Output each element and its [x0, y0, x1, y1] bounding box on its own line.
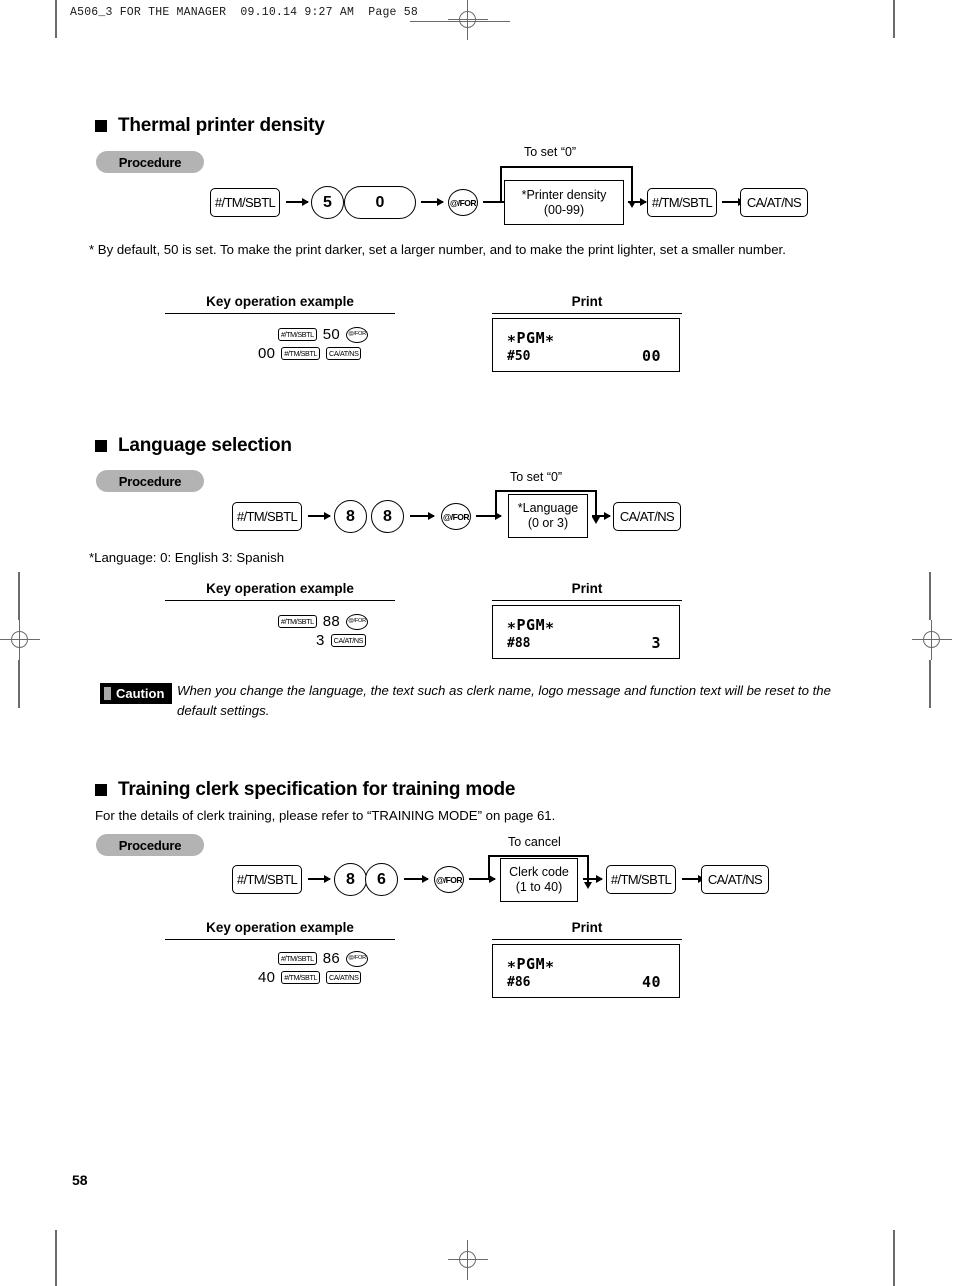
col-header-key-operation-3: Key operation example: [165, 920, 395, 940]
value-box-line2: (1 to 40): [515, 880, 563, 894]
key-at-for-3[interactable]: @/FOR: [434, 866, 464, 893]
key-label: 8: [346, 870, 355, 888]
receipt-value: 40: [641, 973, 661, 991]
flow-arrow: [469, 875, 496, 882]
bypass-line-down-left: [488, 855, 490, 879]
key-ca-at-ns-3[interactable]: CA/AT/NS: [701, 865, 769, 894]
page-content: Thermal printer density Procedure #/TM/S…: [0, 0, 954, 1286]
key-example-row-3a: #/TM/SBTL 86 @/FOR: [278, 950, 369, 967]
key-digit-8[interactable]: 8: [334, 863, 367, 896]
chip-tm-sbtl[interactable]: #/TM/SBTL: [278, 952, 317, 965]
key-label: #/TM/SBTL: [236, 872, 298, 887]
bypass-line-horizontal: [488, 855, 588, 857]
bypass-label-3: To cancel: [508, 835, 561, 849]
key-tm-sbtl-2[interactable]: #/TM/SBTL: [606, 865, 676, 894]
flow-arrow: [583, 875, 603, 882]
example-number: 40: [258, 969, 276, 986]
flow-arrow: [404, 875, 429, 882]
key-label: #/TM/SBTL: [610, 872, 672, 887]
key-example-row-3b: 40 #/TM/SBTL CA/AT/NS: [258, 969, 362, 986]
key-label: @/FOR: [435, 874, 463, 885]
procedure-flow-3: #/TM/SBTL 8 6 @/FOR To cancel Clerk code…: [0, 0, 954, 1286]
key-label: 6: [377, 870, 386, 888]
col-header-print-3: Print: [492, 920, 682, 940]
key-label: CA/AT/NS: [707, 872, 763, 887]
print-receipt-3: ∗PGM∗ #86 40: [492, 944, 680, 998]
value-box-line1: Clerk code: [509, 865, 569, 879]
chip-at-for[interactable]: @/FOR: [346, 950, 369, 967]
page-number: 58: [72, 1172, 88, 1188]
key-tm-sbtl-1[interactable]: #/TM/SBTL: [232, 865, 302, 894]
chip-tm-sbtl[interactable]: #/TM/SBTL: [281, 971, 321, 984]
key-digit-6[interactable]: 6: [365, 863, 398, 896]
receipt-code: #86: [507, 975, 531, 990]
value-box-clerk-code: Clerk code (1 to 40): [500, 858, 578, 902]
flow-arrow: [308, 875, 331, 882]
example-number: 86: [322, 950, 341, 967]
chip-ca-at-ns[interactable]: CA/AT/NS: [326, 971, 362, 984]
receipt-title: ∗PGM∗: [507, 955, 555, 973]
